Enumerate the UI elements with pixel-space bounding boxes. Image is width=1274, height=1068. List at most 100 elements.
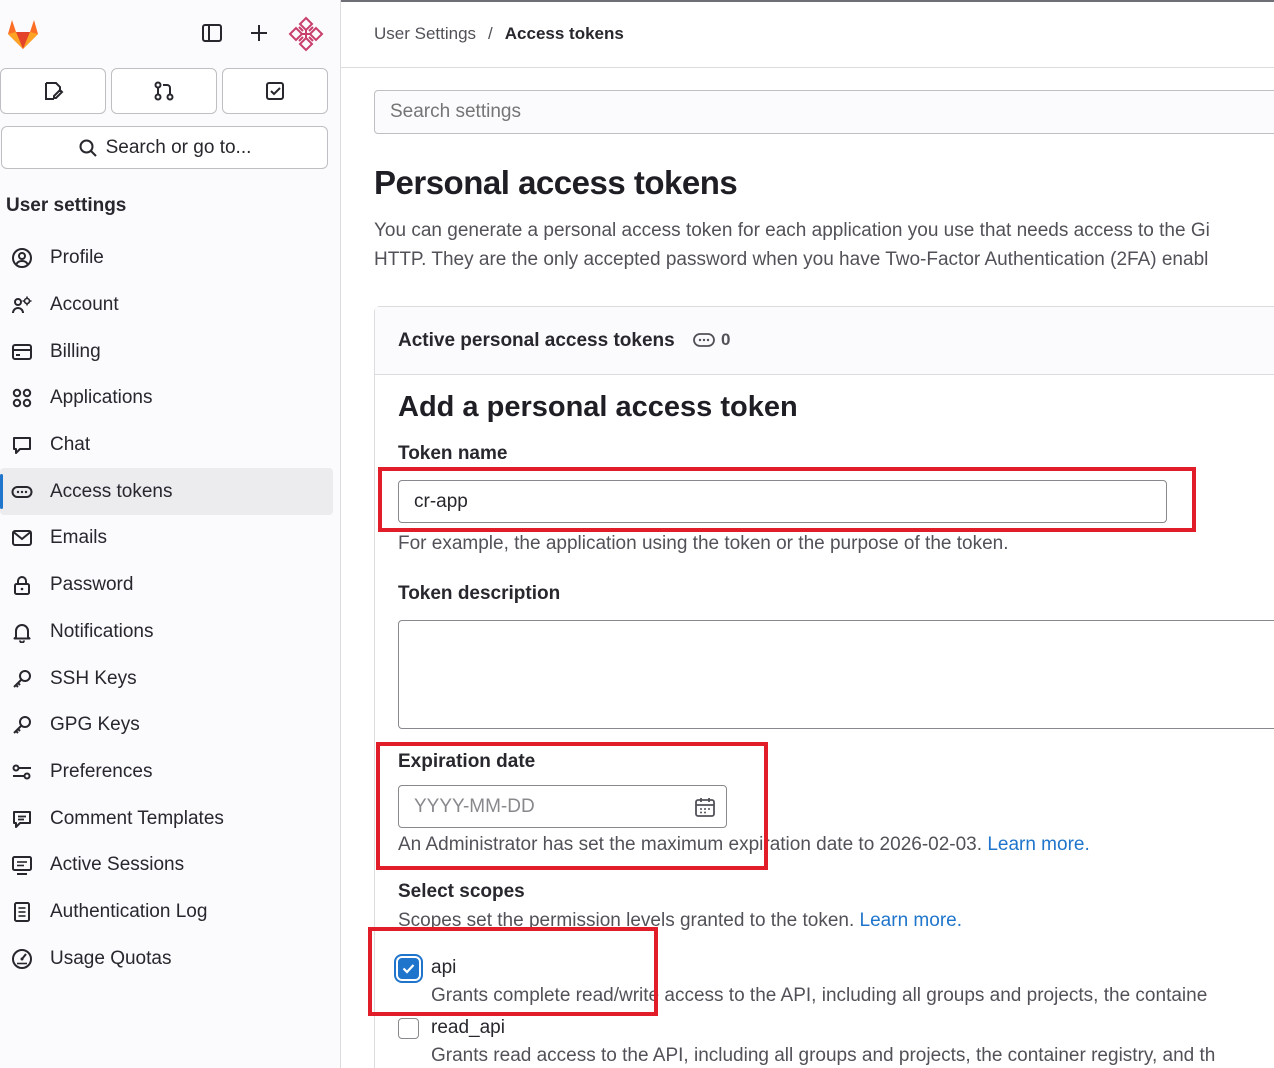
sidebar-item-label: Notifications (50, 620, 154, 642)
search-or-go-to-button[interactable]: Search or go to... (1, 126, 328, 169)
sidebar-item-notifications[interactable]: Notifications (0, 609, 341, 656)
breadcrumb: User Settings / Access tokens (374, 24, 624, 44)
scope-api-checkbox[interactable] (398, 958, 419, 979)
active-tokens-title: Active personal access tokens (398, 330, 675, 351)
search-icon (79, 139, 97, 157)
sidebar-item-label: Usage Quotas (50, 947, 172, 969)
page-description-line1: You can generate a personal access token… (374, 220, 1210, 241)
sidebar-item-label: SSH Keys (50, 667, 137, 689)
token-icon (10, 480, 34, 504)
sidebar-item-label: Billing (50, 340, 101, 362)
sidebar-item-ssh-keys[interactable]: SSH Keys (0, 655, 341, 702)
issues-shortcut-button[interactable] (0, 68, 106, 114)
expiration-date-label: Expiration date (398, 751, 536, 772)
scope-read-api-description: Grants read access to the API, including… (431, 1045, 1216, 1066)
token-icon (693, 333, 715, 347)
page-title: Personal access tokens (374, 164, 738, 201)
sidebar-item-emails[interactable]: Emails (0, 515, 341, 562)
billing-icon (10, 340, 34, 364)
sidebar-topbar (0, 0, 341, 68)
sidebar-item-authentication-log[interactable]: Authentication Log (0, 889, 341, 936)
sidebar-item-billing[interactable]: Billing (0, 328, 341, 375)
sidebar-heading: User settings (6, 195, 127, 216)
expiration-help-text: An Administrator has set the maximum exp… (398, 834, 983, 855)
scope-api-name: api (431, 957, 457, 978)
sidebar-item-label: Comment Templates (50, 807, 224, 829)
page-description: You can generate a personal access token… (374, 216, 1274, 274)
sidebar-item-label: Password (50, 574, 134, 596)
chat-icon (10, 433, 34, 457)
sidebar-item-label: Active Sessions (50, 854, 185, 876)
sidebar-item-label: Access tokens (50, 480, 173, 502)
sidebar: Search or go to... User settings Profile… (0, 0, 341, 1068)
log-icon (10, 900, 34, 924)
profile-icon (10, 246, 34, 270)
merge-requests-shortcut-button[interactable] (111, 68, 217, 114)
lock-icon (10, 573, 34, 597)
expiration-learn-more-link[interactable]: Learn more. (987, 834, 1089, 855)
search-label: Search or go to... (105, 136, 252, 158)
token-name-input[interactable] (398, 480, 1167, 523)
sidebar-item-active-sessions[interactable]: Active Sessions (0, 842, 341, 889)
sidebar-item-access-tokens[interactable]: Access tokens (0, 468, 333, 516)
plus-icon[interactable] (246, 20, 272, 46)
add-token-title: Add a personal access token (398, 391, 798, 423)
sidebar-item-usage-quotas[interactable]: Usage Quotas (0, 935, 341, 982)
scopes-help: Scopes set the permission levels granted… (398, 910, 962, 932)
applications-icon (10, 386, 34, 410)
merge-request-icon (154, 81, 174, 101)
scopes-help-text: Scopes set the permission levels granted… (398, 910, 855, 931)
active-tokens-header: Active personal access tokens 0 (375, 307, 1274, 375)
sidebar-item-chat[interactable]: Chat (0, 422, 341, 469)
quota-icon (10, 947, 34, 971)
key-icon (10, 713, 34, 737)
sidebar-item-comment-templates[interactable]: Comment Templates (0, 795, 341, 842)
scope-api-description: Grants complete read/write access to the… (431, 985, 1208, 1006)
check-icon (402, 964, 415, 974)
sidebar-item-profile[interactable]: Profile (0, 235, 341, 282)
sidebar-item-gpg-keys[interactable]: GPG Keys (0, 702, 341, 749)
preferences-icon (10, 760, 34, 784)
sidebar-item-password[interactable]: Password (0, 562, 341, 609)
breadcrumb-parent-link[interactable]: User Settings (374, 24, 476, 44)
top-border (341, 0, 1274, 2)
sidebar-item-label: GPG Keys (50, 714, 140, 736)
tokens-card: Active personal access tokens 0 Add a pe… (374, 306, 1274, 1068)
sidebar-icon[interactable] (199, 20, 225, 46)
account-icon (10, 293, 34, 317)
comment-icon (10, 807, 34, 831)
breadcrumb-current: Access tokens (504, 24, 624, 43)
sidebar-item-preferences[interactable]: Preferences (0, 749, 341, 796)
expiration-date-input[interactable] (399, 786, 726, 827)
scope-read-api-checkbox[interactable] (398, 1018, 419, 1039)
sidebar-item-applications[interactable]: Applications (0, 375, 341, 422)
sidebar-item-label: Chat (50, 434, 91, 456)
header-divider (341, 67, 1274, 68)
todo-shortcut-button[interactable] (222, 68, 328, 114)
expiration-date-field[interactable] (398, 785, 727, 828)
avatar-identicon[interactable] (288, 16, 324, 52)
sidebar-nav: Profile Account Billing Applications Cha… (0, 235, 341, 982)
search-settings-input[interactable] (374, 90, 1274, 134)
scopes-learn-more-link[interactable]: Learn more. (860, 910, 962, 931)
sidebar-item-label: Profile (50, 247, 104, 269)
mail-icon (10, 526, 34, 550)
select-scopes-label: Select scopes (398, 881, 525, 902)
main-content: User Settings / Access tokens Personal a… (341, 0, 1274, 1068)
gitlab-logo-icon[interactable] (4, 14, 42, 52)
issues-icon (45, 82, 64, 100)
active-tokens-count: 0 (721, 330, 731, 349)
key-icon (10, 667, 34, 691)
token-description-textarea[interactable] (398, 620, 1274, 729)
calendar-icon[interactable] (694, 796, 716, 818)
bell-icon (10, 620, 34, 644)
active-tokens-count-badge: 0 (693, 330, 730, 350)
sidebar-item-label: Emails (50, 527, 108, 549)
scope-read-api-name: read_api (431, 1017, 505, 1038)
page-description-line2: HTTP. They are the only accepted passwor… (374, 249, 1209, 270)
token-description-label: Token description (398, 583, 561, 604)
sidebar-item-label: Authentication Log (50, 900, 208, 922)
token-name-help: For example, the application using the t… (398, 533, 1009, 554)
sidebar-item-account[interactable]: Account (0, 282, 341, 329)
sidebar-item-label: Account (50, 294, 119, 316)
